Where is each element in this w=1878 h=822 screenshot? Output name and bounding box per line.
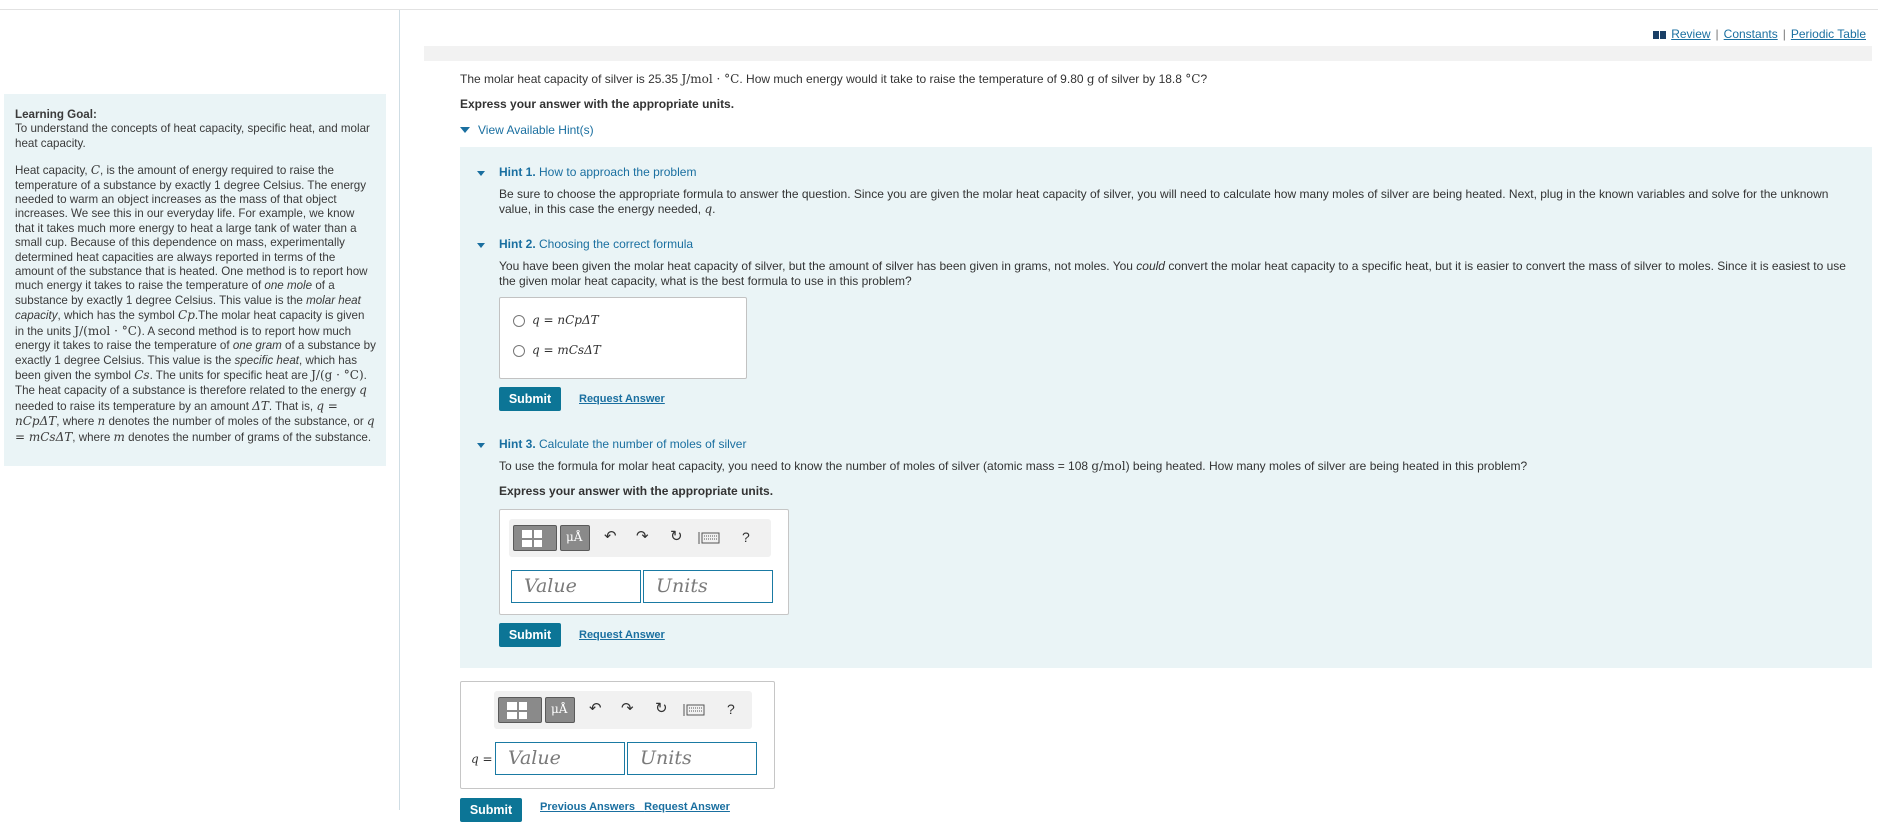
- math-toolbar: μÅ ↶ ↷ ↻ ?: [494, 691, 752, 729]
- review-link[interactable]: Review: [1671, 27, 1710, 41]
- book-icon: [1652, 30, 1666, 39]
- question-text: The molar heat capacity of silver is 25.…: [460, 72, 1208, 86]
- radio-icon[interactable]: [513, 344, 525, 357]
- hint2-request-answer-link[interactable]: Request Answer: [579, 393, 665, 405]
- hint3-submit-button[interactable]: Submit: [499, 623, 561, 647]
- redo-icon[interactable]: ↷: [636, 527, 649, 545]
- redo-icon[interactable]: ↷: [621, 699, 634, 717]
- learning-goal-title: Learning Goal:: [15, 108, 97, 121]
- hint2-submit-button[interactable]: Submit: [499, 387, 561, 411]
- main-submit-button[interactable]: Submit: [460, 798, 522, 822]
- header-links: Review | Constants | Periodic Table: [1652, 27, 1866, 41]
- view-hints-toggle[interactable]: View Available Hint(s): [460, 123, 594, 137]
- panel-divider: [399, 10, 400, 810]
- moles-units-input[interactable]: Units: [643, 570, 773, 603]
- learning-goal-text: To understand the concepts of heat capac…: [15, 122, 370, 150]
- help-icon[interactable]: ?: [727, 701, 735, 717]
- help-icon[interactable]: ?: [742, 529, 750, 545]
- keyboard-icon[interactable]: [698, 532, 720, 544]
- radio-icon[interactable]: [513, 314, 525, 327]
- formula-choices: q = nCpΔT q = mCsΔT: [499, 297, 747, 379]
- learning-goal-body: Heat capacity, C, is the amount of energ…: [15, 163, 376, 444]
- keyboard-icon[interactable]: [683, 704, 705, 716]
- choice-specific-formula[interactable]: q = mCsΔT: [513, 343, 601, 357]
- constants-link[interactable]: Constants: [1724, 27, 1778, 41]
- reset-icon[interactable]: ↻: [670, 527, 683, 545]
- hint2-text: You have been given the molar heat capac…: [499, 259, 1846, 288]
- hint3-answer-widget: μÅ ↶ ↷ ↻ ? Value Units: [499, 509, 789, 615]
- hint2-chevron-icon[interactable]: [477, 243, 485, 248]
- hint1-header[interactable]: Hint 1. How to approach the problem: [499, 165, 696, 179]
- template-icon[interactable]: [513, 525, 557, 551]
- hint2-header[interactable]: Hint 2. Choosing the correct formula: [499, 237, 693, 251]
- hint3-express-instruction: Express your answer with the appropriate…: [499, 484, 774, 498]
- top-divider: [0, 9, 1878, 10]
- hint1-chevron-icon[interactable]: [477, 171, 485, 176]
- hint1-text: Be sure to choose the appropriate formul…: [499, 187, 1829, 216]
- energy-units-input[interactable]: Units: [627, 742, 757, 775]
- units-button[interactable]: μÅ: [545, 697, 575, 723]
- math-toolbar: μÅ ↶ ↷ ↻ ?: [509, 519, 771, 557]
- chevron-down-icon: [460, 126, 470, 133]
- answer-links: Previous Answers Request Answer: [540, 801, 730, 813]
- hint3-text: To use the formula for molar heat capaci…: [499, 459, 1528, 473]
- units-button[interactable]: μÅ: [560, 525, 590, 551]
- hint3-request-answer-link[interactable]: Request Answer: [579, 629, 665, 641]
- main-answer-widget: μÅ ↶ ↷ ↻ ? q = Value Units: [460, 681, 775, 789]
- part-header-bar: [424, 46, 1872, 61]
- moles-value-input[interactable]: Value: [511, 570, 641, 603]
- undo-icon[interactable]: ↶: [604, 527, 617, 545]
- periodic-table-link[interactable]: Periodic Table: [1791, 27, 1866, 41]
- template-icon[interactable]: [498, 697, 542, 723]
- undo-icon[interactable]: ↶: [589, 699, 602, 717]
- learning-goal-panel: Learning Goal: To understand the concept…: [4, 94, 386, 466]
- reset-icon[interactable]: ↻: [655, 699, 668, 717]
- choice-molar-formula[interactable]: q = nCpΔT: [513, 313, 599, 327]
- hint3-chevron-icon[interactable]: [477, 443, 485, 448]
- previous-answers-link[interactable]: Previous Answers: [540, 801, 635, 813]
- express-instruction: Express your answer with the appropriate…: [460, 97, 735, 111]
- energy-value-input[interactable]: Value: [495, 742, 625, 775]
- hints-panel: Hint 1. How to approach the problem Be s…: [460, 147, 1872, 668]
- q-equals-label: q =: [471, 752, 493, 766]
- hint3-header[interactable]: Hint 3. Calculate the number of moles of…: [499, 437, 746, 451]
- request-answer-link[interactable]: Request Answer: [644, 801, 730, 813]
